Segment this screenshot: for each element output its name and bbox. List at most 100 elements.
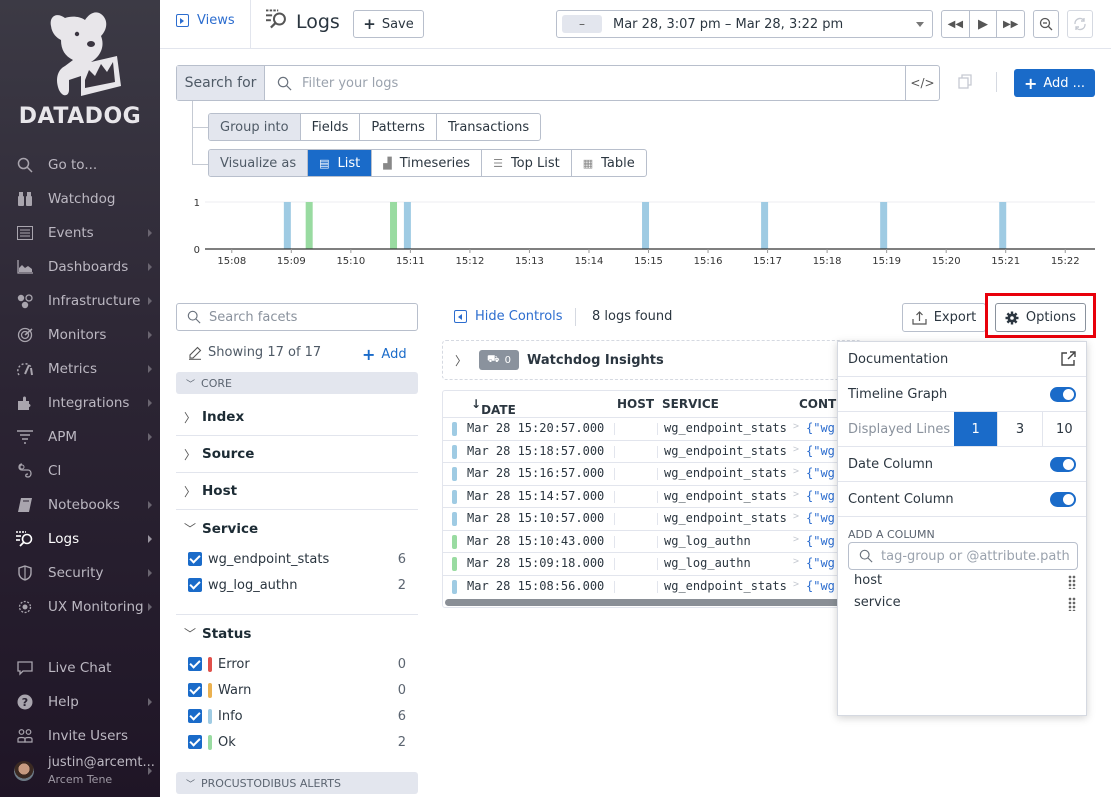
hide-controls-button[interactable]: Hide Controls [454,309,563,324]
table-row[interactable]: Mar 28 15:09:18.000 wg_log_authn > {"wg' [443,552,841,575]
options-button[interactable]: Options [995,303,1086,332]
fast-forward-button[interactable]: ▶▶ [997,11,1024,37]
export-button[interactable]: Export [902,303,986,332]
facet-host[interactable]: 〉 Host [176,473,418,510]
status-indicator [452,579,457,594]
facet-service[interactable]: ﹀ Service [176,510,418,547]
facet-search-input[interactable] [209,309,409,325]
watchdog-insights[interactable]: 〉 ⛟ 0 Watchdog Insights [442,340,862,380]
column-item-host[interactable]: host [854,573,1078,593]
checkbox[interactable] [188,683,202,697]
lines-option-1[interactable]: 1 [954,412,998,446]
column-header-host[interactable]: HOST [617,397,654,411]
sidebar-item-infrastructure[interactable]: Infrastructure [0,284,160,318]
refresh-button[interactable] [1067,10,1093,38]
binoculars-icon [15,189,35,209]
checkbox[interactable] [188,657,202,671]
sidebar-item-goto[interactable]: Go to... [0,148,160,182]
lines-option-3[interactable]: 3 [997,412,1041,446]
sidebar-item-watchdog[interactable]: Watchdog [0,182,160,216]
sidebar-item-security[interactable]: Security [0,556,160,590]
checkbox[interactable] [188,552,202,566]
chevron-right-icon: > [793,511,800,522]
sidebar-item-ci[interactable]: CI [0,454,160,488]
time-range-picker[interactable]: – Mar 28, 3:07 pm – Mar 28, 3:22 pm [556,10,933,38]
sidebar-item-help[interactable]: ? Help [0,685,160,719]
horizontal-scrollbar[interactable] [445,599,841,606]
checkbox[interactable] [188,735,202,749]
sidebar-item-ux-monitoring[interactable]: UX Monitoring [0,590,160,624]
save-button[interactable]: + Save [353,10,424,38]
facet-value-ok[interactable]: Ok 2 [188,731,406,753]
user-menu[interactable]: justin@arcemt... Arcem Tene [0,753,160,791]
column-header-date[interactable]: ↓ DATE [471,397,516,417]
sidebar-item-apm[interactable]: APM [0,420,160,454]
zoom-out-button[interactable] [1033,10,1059,38]
facet-group-core[interactable]: ﹀ CORE [176,372,418,394]
plus-icon: + [363,15,376,33]
table-row[interactable]: Mar 28 15:14:57.000 wg_endpoint_stats > {"w… [443,484,841,508]
play-button[interactable]: ▶ [970,11,998,37]
table-row[interactable]: Mar 28 15:10:43.000 wg_log_authn > {"wg' [443,529,841,553]
checkbox[interactable] [188,578,202,592]
table-row[interactable]: Mar 28 15:16:57.000 wg_endpoint_stats > {"w… [443,462,841,485]
viz-option-table[interactable]: ▦ Table [572,150,646,176]
add-facet-button[interactable]: + Add [362,345,407,364]
sidebar-item-invite-users[interactable]: Invite Users [0,719,160,753]
views-button[interactable]: Views [176,13,235,28]
monitor-icon [15,325,35,345]
viz-option-list[interactable]: ▤ List [308,150,373,176]
facet-group-procustodibus-alerts[interactable]: ﹀ PROCUSTODIBUS ALERTS [176,772,418,794]
sidebar-item-live-chat[interactable]: Live Chat [0,651,160,685]
lines-option-10[interactable]: 10 [1041,412,1086,446]
search-icon [187,310,201,324]
drag-handle-icon[interactable] [1068,575,1076,589]
column-header-service[interactable]: SERVICE [662,397,719,411]
external-link-icon [1061,351,1076,366]
group-option-transactions[interactable]: Transactions [437,114,540,140]
table-row[interactable]: Mar 28 15:10:57.000 wg_endpoint_stats > {"w… [443,507,841,530]
drag-handle-icon[interactable] [1068,597,1076,611]
facet-value-info[interactable]: Info 6 [188,705,406,727]
facet-value-error[interactable]: Error 0 [188,653,406,675]
facet-index[interactable]: 〉 Index [176,399,418,436]
content-column-toggle[interactable] [1050,492,1076,507]
date-column-toggle[interactable] [1050,457,1076,472]
group-option-patterns[interactable]: Patterns [360,114,437,140]
datadog-logo[interactable]: DATADOG [0,10,160,130]
group-option-fields[interactable]: Fields [301,114,361,140]
sidebar-item-logs[interactable]: Logs [0,522,160,556]
facet-value-wg-log-authn[interactable]: wg_log_authn 2 [188,574,406,596]
add-query-button[interactable]: + Add ... [1014,69,1095,97]
y-tick-label: 0 [194,245,200,256]
sidebar-item-monitors[interactable]: Monitors [0,318,160,352]
x-tick-label: 15:14 [575,256,604,267]
facets-showing[interactable]: Showing 17 of 17 [188,345,321,360]
facet-value-wg-endpoint-stats[interactable]: wg_endpoint_stats 6 [188,548,406,570]
table-row[interactable]: Mar 28 15:08:56.000 wg_endpoint_stats > {"w… [443,574,841,598]
table-row[interactable]: Mar 28 15:20:57.000 wg_endpoint_stats > {"w… [443,417,841,440]
timeline-chart[interactable]: 0 1 15:08 15:09 15:10 15:11 15:12 15:13 15:14 15:… [180,190,1100,275]
sidebar-item-metrics[interactable]: Metrics [0,352,160,386]
facet-source[interactable]: 〉 Source [176,436,418,473]
query-syntax-button[interactable]: </> [905,66,939,100]
facet-status[interactable]: ﹀ Status [176,615,418,652]
search-input[interactable] [302,75,862,91]
sidebar-item-dashboards[interactable]: Dashboards [0,250,160,284]
timeline-graph-toggle[interactable] [1050,387,1076,402]
column-header-content[interactable]: CONTE [799,397,841,411]
table-row[interactable]: Mar 28 15:18:57.000 wg_endpoint_stats > {"w… [443,439,841,463]
add-column-input[interactable] [881,548,1071,564]
sidebar-item-integrations[interactable]: Integrations [0,386,160,420]
viz-option-toplist[interactable]: ☰ Top List [482,150,572,176]
options-documentation[interactable]: Documentation [838,342,1086,377]
checkbox[interactable] [188,709,202,723]
column-item-service[interactable]: service [854,595,1078,615]
sidebar-item-notebooks[interactable]: Notebooks [0,488,160,522]
rewind-button[interactable]: ◀◀ [942,11,970,37]
copy-query-button[interactable] [957,74,973,90]
divider [657,535,658,548]
viz-option-timeseries[interactable]: ▟ Timeseries [372,150,483,176]
facet-value-warn[interactable]: Warn 0 [188,679,406,701]
sidebar-item-events[interactable]: Events [0,216,160,250]
